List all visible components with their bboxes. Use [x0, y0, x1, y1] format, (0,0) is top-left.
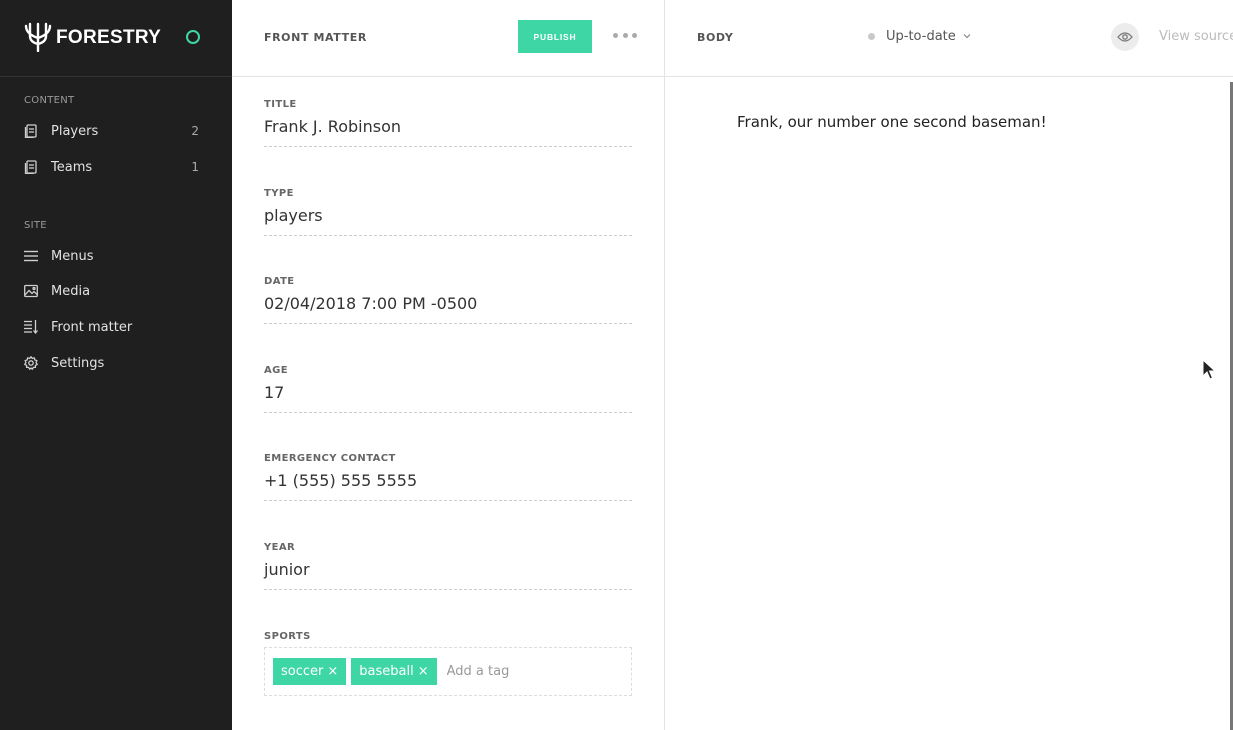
field-label: DATE [264, 276, 295, 287]
sidebar-item-count: 2 [191, 124, 199, 138]
forestry-logo[interactable]: FORESTRY [24, 22, 161, 52]
gear-icon [24, 356, 38, 370]
body-title: BODY [697, 31, 734, 44]
tag-baseball: baseball × [351, 658, 437, 685]
sidebar-item-label: Players [51, 123, 99, 139]
field-emergency-contact: EMERGENCY CONTACT +1 (555) 555 5555 [264, 453, 632, 501]
sports-tag-field[interactable]: soccer × baseball × [264, 647, 632, 696]
tag-label: soccer [281, 664, 324, 679]
menu-icon [24, 250, 38, 262]
field-title: TITLE Frank J. Robinson [264, 99, 632, 147]
sidebar: FORESTRY CONTENT Players 2 Teams 1 SITE … [0, 0, 232, 730]
brand-name: FORESTRY [56, 26, 162, 48]
field-label: AGE [264, 365, 288, 376]
tree-logo-icon [24, 22, 52, 52]
brand-bar: FORESTRY [0, 0, 232, 77]
document-icon [24, 124, 37, 138]
field-label: TYPE [264, 188, 294, 199]
field-label: YEAR [264, 542, 296, 553]
document-icon [24, 160, 37, 174]
field-label: EMERGENCY CONTACT [264, 453, 396, 464]
eye-icon [1117, 32, 1133, 42]
add-tag-input[interactable] [446, 664, 587, 679]
type-input[interactable]: players [264, 204, 632, 236]
chevron-down-icon[interactable] [963, 32, 971, 40]
body-editor[interactable]: Frank, our number one second baseman! [737, 113, 1047, 131]
field-sports: SPORTS soccer × baseball × [264, 631, 632, 696]
section-label-site: SITE [24, 220, 47, 231]
front-matter-pane: FRONT MATTER PUBLISH TITLE Frank J. Robi… [232, 0, 665, 730]
view-source-link[interactable]: View source [1159, 29, 1233, 44]
sliders-icon [24, 320, 38, 334]
front-matter-title: FRONT MATTER [264, 31, 367, 44]
sidebar-item-settings[interactable]: Settings [0, 347, 232, 379]
sync-status-icon[interactable] [186, 30, 200, 44]
field-age: AGE 17 [264, 365, 632, 413]
image-icon [24, 284, 38, 298]
body-pane: BODY Up-to-date View source Frank, our n… [665, 0, 1233, 730]
year-input[interactable]: junior [264, 558, 632, 590]
field-year: YEAR junior [264, 542, 632, 590]
front-matter-header: FRONT MATTER PUBLISH [232, 0, 664, 77]
status-dropdown[interactable]: Up-to-date [886, 29, 956, 44]
remove-tag-icon[interactable]: × [418, 664, 429, 679]
mouse-cursor-icon [1202, 359, 1216, 380]
field-date: DATE 02/04/2018 7:00 PM -0500 [264, 276, 632, 324]
date-input[interactable]: 02/04/2018 7:00 PM -0500 [264, 292, 632, 324]
sidebar-item-count: 1 [191, 160, 199, 174]
more-options-icon[interactable] [613, 33, 637, 41]
age-input[interactable]: 17 [264, 381, 632, 413]
title-input[interactable]: Frank J. Robinson [264, 115, 632, 147]
field-label: TITLE [264, 99, 297, 110]
sidebar-item-label: Settings [51, 355, 105, 371]
sidebar-item-menus[interactable]: Menus [0, 240, 232, 272]
status-dot [868, 33, 875, 40]
section-label-content: CONTENT [24, 95, 75, 106]
sidebar-item-label: Menus [51, 248, 94, 264]
sidebar-item-label: Teams [51, 159, 93, 175]
publish-button[interactable]: PUBLISH [518, 20, 592, 53]
sidebar-item-players[interactable]: Players 2 [0, 115, 232, 147]
sidebar-item-label: Media [51, 283, 91, 299]
preview-button[interactable] [1111, 23, 1139, 51]
body-header: BODY Up-to-date View source [665, 0, 1233, 77]
field-label: SPORTS [264, 631, 311, 642]
tag-soccer: soccer × [273, 658, 347, 685]
emergency-contact-input[interactable]: +1 (555) 555 5555 [264, 469, 632, 501]
sidebar-item-front-matter[interactable]: Front matter [0, 311, 232, 343]
tag-label: baseball [359, 664, 414, 679]
sidebar-item-media[interactable]: Media [0, 275, 232, 307]
sidebar-item-label: Front matter [51, 319, 133, 335]
sidebar-item-teams[interactable]: Teams 1 [0, 151, 232, 183]
field-type: TYPE players [264, 188, 632, 236]
remove-tag-icon[interactable]: × [327, 664, 338, 679]
